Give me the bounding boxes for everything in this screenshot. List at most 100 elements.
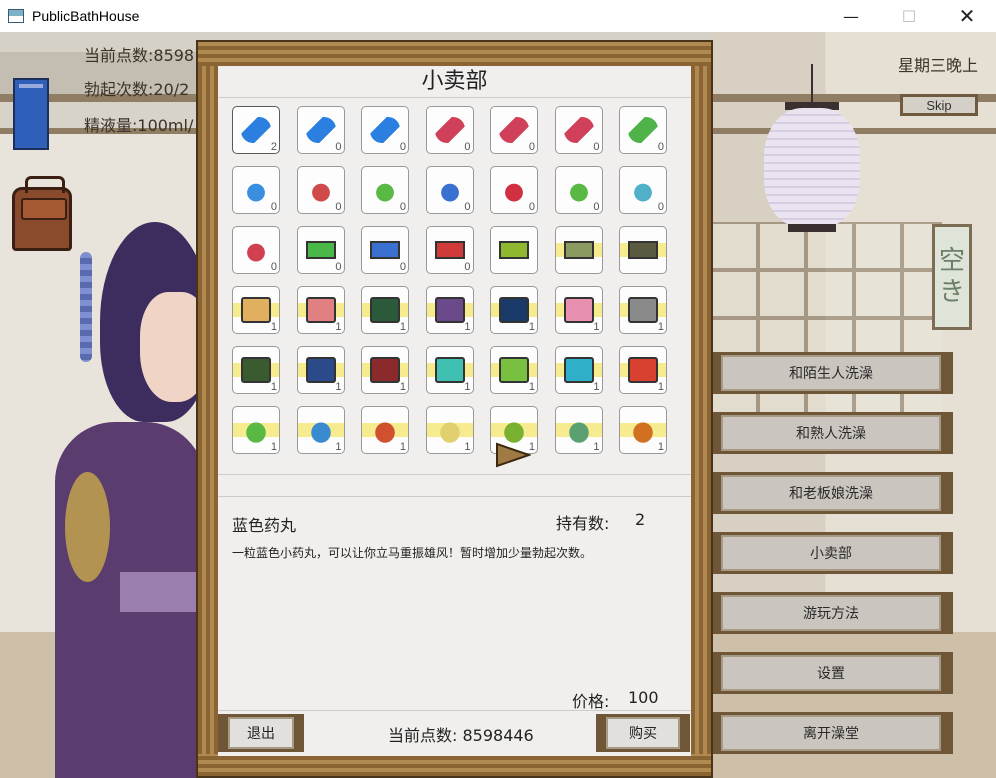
menu-label: 和老板娘洗澡 bbox=[721, 475, 941, 511]
menu-settings[interactable]: 设置 bbox=[713, 652, 953, 694]
shop-item[interactable]: 0 bbox=[554, 166, 603, 214]
close-button[interactable]: ✕ bbox=[938, 0, 996, 32]
shell-card-cyan-icon bbox=[434, 357, 465, 383]
exit-button[interactable]: 退出 bbox=[218, 714, 304, 752]
item-count: 0 bbox=[399, 261, 406, 273]
shop-item[interactable]: 0 bbox=[490, 166, 538, 214]
shop-item[interactable]: 1 bbox=[554, 346, 603, 394]
item-count: 0 bbox=[528, 141, 535, 153]
pink-book-icon bbox=[563, 297, 594, 323]
day-label: 星期三晚上 bbox=[898, 56, 979, 75]
shop-item[interactable]: 1 bbox=[296, 286, 345, 334]
shop-item[interactable]: 0 bbox=[619, 166, 667, 214]
shop-item[interactable]: 0 bbox=[425, 106, 474, 154]
item-count: 1 bbox=[657, 381, 664, 393]
shop-item[interactable]: 2 bbox=[232, 106, 280, 154]
shop-item[interactable]: 1 bbox=[554, 406, 603, 454]
menu-shop[interactable]: 小卖部 bbox=[713, 532, 953, 574]
glasses-icon bbox=[628, 297, 658, 323]
shop-item[interactable]: 1 bbox=[361, 406, 409, 454]
shop-item[interactable]: 1 bbox=[619, 406, 667, 454]
shop-item[interactable]: 0 bbox=[232, 226, 280, 274]
shop-item[interactable]: 1 bbox=[232, 286, 280, 334]
next-page-arrow-icon[interactable] bbox=[495, 442, 531, 468]
shop-item[interactable] bbox=[554, 226, 603, 274]
red-drink-bottle-icon bbox=[305, 177, 336, 203]
shop-item[interactable]: 1 bbox=[296, 346, 345, 394]
shell-card-red-icon bbox=[628, 357, 658, 383]
shop-item[interactable]: 1 bbox=[490, 286, 538, 334]
item-count: 1 bbox=[399, 381, 406, 393]
shop-item[interactable]: 1 bbox=[296, 406, 345, 454]
shop-title: 小卖部 bbox=[218, 66, 691, 98]
shop-item[interactable] bbox=[619, 226, 667, 274]
sign-char-2: き bbox=[938, 277, 965, 307]
shop-item[interactable]: 0 bbox=[425, 226, 474, 274]
maximize-button[interactable]: ☐ bbox=[880, 0, 938, 32]
shop-item[interactable]: 0 bbox=[361, 106, 409, 154]
vip-card-gray-icon bbox=[563, 241, 594, 259]
shop-item[interactable]: 1 bbox=[425, 346, 474, 394]
item-count: 0 bbox=[335, 261, 342, 273]
shop-item[interactable]: 1 bbox=[232, 346, 280, 394]
shop-item[interactable]: 0 bbox=[425, 166, 474, 214]
backpack-icon[interactable] bbox=[12, 176, 72, 251]
hud-erect-count: 勃起次数:20/2 bbox=[84, 80, 190, 99]
hud-semen: 精液量:100ml/ bbox=[84, 116, 194, 135]
shop-item[interactable]: 0 bbox=[361, 166, 409, 214]
item-count: 0 bbox=[399, 201, 406, 213]
item-count: 1 bbox=[335, 321, 342, 333]
shop-item[interactable]: 1 bbox=[425, 286, 474, 334]
item-count: 0 bbox=[593, 141, 600, 153]
item-count: 0 bbox=[657, 201, 664, 213]
shop-item[interactable]: 0 bbox=[490, 106, 538, 154]
cyan-vial-icon bbox=[628, 177, 658, 203]
shop-item[interactable]: 0 bbox=[361, 226, 409, 274]
blue-figure-icon bbox=[305, 417, 336, 443]
kimono-pattern bbox=[65, 472, 110, 582]
shop-item[interactable]: 1 bbox=[554, 286, 603, 334]
item-count: 1 bbox=[657, 441, 664, 453]
item-count: 1 bbox=[399, 321, 406, 333]
blue-lips-icon bbox=[563, 417, 594, 443]
item-count: 1 bbox=[335, 441, 342, 453]
shop-item[interactable]: 0 bbox=[619, 106, 667, 154]
shop-item[interactable]: 1 bbox=[232, 406, 280, 454]
shop-item[interactable]: 1 bbox=[361, 286, 409, 334]
menu-label: 游玩方法 bbox=[721, 595, 941, 631]
owned-value: 2 bbox=[635, 510, 646, 529]
item-count: 1 bbox=[399, 441, 406, 453]
item-count: 0 bbox=[657, 141, 664, 153]
menu-label: 小卖部 bbox=[721, 535, 941, 571]
menu-leave[interactable]: 离开澡堂 bbox=[713, 712, 953, 754]
shop-item[interactable]: 1 bbox=[490, 346, 538, 394]
shop-item[interactable]: 0 bbox=[232, 166, 280, 214]
shop-item[interactable]: 0 bbox=[554, 106, 603, 154]
portrait-purple-icon bbox=[434, 297, 465, 323]
menu-bath-stranger[interactable]: 和陌生人洗澡 bbox=[713, 352, 953, 394]
shop-item[interactable] bbox=[490, 226, 538, 274]
shop-item[interactable]: 0 bbox=[296, 106, 345, 154]
shop-item[interactable]: 1 bbox=[619, 346, 667, 394]
shop-item[interactable]: 0 bbox=[296, 166, 345, 214]
buy-button[interactable]: 购买 bbox=[596, 714, 690, 752]
exit-label: 退出 bbox=[228, 717, 294, 749]
shop-item[interactable]: 1 bbox=[619, 286, 667, 334]
menu-bath-acquaintance[interactable]: 和熟人洗澡 bbox=[713, 412, 953, 454]
red-pill-plus-icon bbox=[499, 117, 529, 143]
shop-item[interactable]: 0 bbox=[296, 226, 345, 274]
phone-icon[interactable] bbox=[13, 78, 49, 150]
skip-button[interactable]: Skip bbox=[900, 94, 978, 116]
green-lips-icon bbox=[499, 417, 529, 443]
blue-pill-icon bbox=[241, 117, 271, 143]
vip-card-green-icon bbox=[499, 241, 529, 259]
menu-how-to-play[interactable]: 游玩方法 bbox=[713, 592, 953, 634]
shop-item[interactable]: 1 bbox=[361, 346, 409, 394]
shop-item[interactable]: 1 bbox=[425, 406, 474, 454]
green-book-icon bbox=[241, 357, 271, 383]
shop-panel: 小卖部 2 0 0 0 0 0 0 0 0 0 0 0 0 0 0 0 0 0 1 1 1 1 1 1 1 1 1 1 1 1 1 1 1 1 1 1… bbox=[218, 66, 691, 756]
price-label: 价格: bbox=[572, 692, 610, 711]
menu-bath-owner[interactable]: 和老板娘洗澡 bbox=[713, 472, 953, 514]
blue-drink-bottle-icon bbox=[241, 177, 271, 203]
minimize-button[interactable]: — bbox=[822, 0, 880, 32]
